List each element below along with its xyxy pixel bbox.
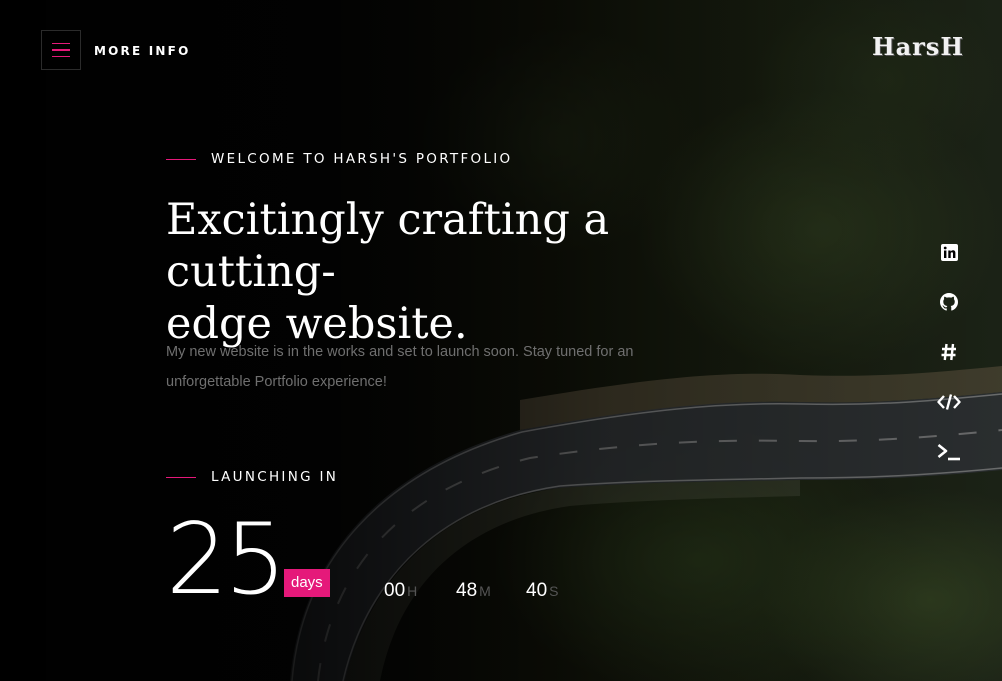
hamburger-line — [52, 49, 70, 51]
social-links — [936, 240, 962, 490]
minutes-unit: M — [479, 583, 491, 599]
countdown-hours: 00 H — [384, 580, 417, 602]
hours-unit: H — [407, 583, 418, 599]
site-logo[interactable]: HarsH — [872, 32, 964, 61]
seconds-unit: S — [549, 583, 559, 599]
subtext-line-2: unforgettable Portfolio experience! — [166, 374, 387, 390]
welcome-text: WELCOME TO HARSH'S PORTFOLIO — [211, 151, 513, 167]
minutes-value: 48 — [456, 580, 478, 601]
accent-line — [166, 476, 196, 478]
countdown-minutes: 48 M — [456, 580, 491, 602]
linkedin-icon[interactable] — [936, 240, 962, 264]
subtext-line-1: My new website is in the works and set t… — [166, 344, 634, 360]
terminal-icon[interactable] — [936, 440, 962, 464]
menu-hamburger-button[interactable] — [41, 30, 81, 70]
launching-heading: LAUNCHING IN — [211, 469, 339, 485]
hamburger-line — [52, 42, 70, 45]
seconds-value: 40 — [526, 580, 548, 601]
accent-line — [166, 158, 196, 160]
days-badge: days — [284, 569, 330, 597]
welcome-eyebrow: WELCOME TO HARSH'S PORTFOLIO — [166, 151, 512, 167]
hamburger-line — [52, 55, 70, 58]
launching-eyebrow: LAUNCHING IN — [166, 469, 338, 485]
hero-subtext: My new website is in the works and set t… — [166, 337, 726, 397]
hero-headline: Excitingly crafting a cutting- edge webs… — [166, 194, 766, 350]
github-icon[interactable] — [936, 290, 962, 314]
countdown-seconds: 40 S — [526, 580, 558, 602]
hours-value: 00 — [384, 580, 406, 601]
more-info-link[interactable]: MORE INFO — [94, 44, 190, 58]
code-icon[interactable] — [936, 390, 962, 414]
hashtag-icon[interactable] — [936, 340, 962, 364]
countdown-days: 25 — [166, 503, 287, 617]
headline-line-1: Excitingly crafting a cutting- — [166, 195, 610, 297]
